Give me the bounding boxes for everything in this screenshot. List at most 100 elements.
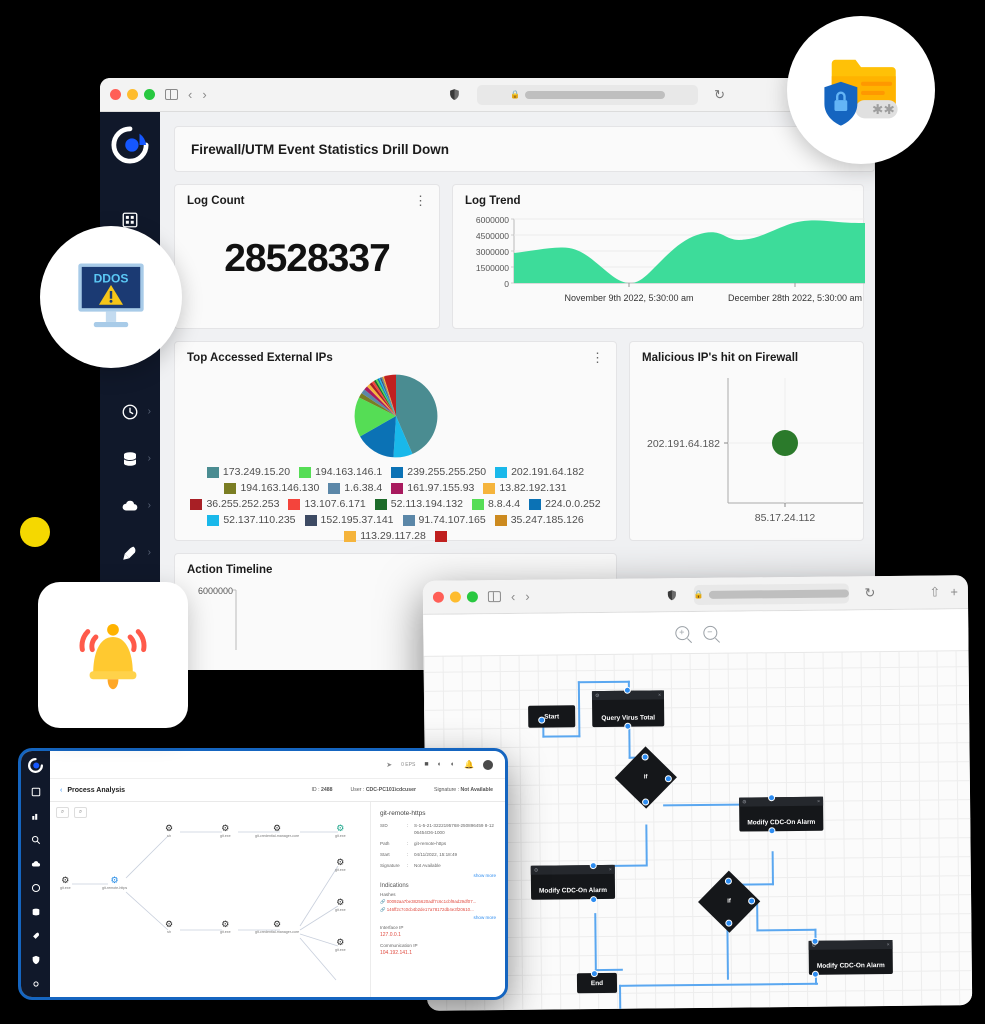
device-icon[interactable]: ■	[424, 761, 428, 768]
show-more-link[interactable]: show more	[380, 873, 496, 878]
workflow-node-query-virus-total[interactable]: ⚙ × Query Virus Total	[591, 690, 665, 728]
sidebar-item-cloud[interactable]: ›	[100, 482, 160, 529]
cloud-icon[interactable]	[31, 859, 41, 869]
process-tree-graph[interactable]: ⌕ ⌕ ⚙ git.exe ⚙ git-remote-https ⚙ sh ⚙ …	[50, 802, 370, 997]
bell-icon[interactable]: 🔔	[464, 760, 474, 769]
minimize-window-button[interactable]	[127, 89, 138, 100]
send-icon[interactable]: ➤	[386, 761, 392, 769]
process-node[interactable]: ⚙ sh	[165, 920, 173, 935]
y-tick-label: 202.191.64.182	[647, 438, 720, 450]
shield-icon[interactable]	[31, 955, 41, 965]
close-icon[interactable]: ×	[887, 941, 890, 947]
back-icon[interactable]: ‹	[188, 88, 192, 101]
node-port[interactable]	[811, 970, 819, 978]
process-node[interactable]: ⚙ git-credential-manager-core	[255, 824, 299, 839]
sidebar-toggle-icon[interactable]	[165, 89, 178, 100]
scatter-point[interactable]	[772, 430, 798, 456]
traffic-lights[interactable]	[432, 591, 478, 603]
forward-icon[interactable]: ›	[525, 589, 530, 604]
signal-icon[interactable]: ◐	[451, 761, 455, 768]
process-node[interactable]: ⚙ sh	[165, 824, 173, 839]
close-icon[interactable]: ×	[658, 692, 661, 698]
logo-icon[interactable]	[28, 758, 43, 773]
log-trend-area-chart: 6000000 4500000 3000000 1500000 0 Novemb…	[476, 215, 865, 303]
process-node[interactable]: ⚙ git.exe	[335, 858, 346, 873]
gear-icon[interactable]: ⚙	[595, 693, 600, 699]
workflow-node-modify-alarm-1[interactable]: ⚙ × Modify CDC-On Alarm	[739, 796, 824, 832]
node-port[interactable]	[768, 794, 776, 802]
close-icon[interactable]: ×	[609, 866, 612, 872]
address-bar[interactable]: 🔒	[693, 582, 849, 605]
reload-icon[interactable]: ↻	[864, 585, 875, 601]
gear-icon[interactable]: ⚙	[534, 867, 539, 873]
close-icon[interactable]: ×	[817, 798, 820, 804]
process-node[interactable]: ⚙ git.exe	[335, 898, 346, 913]
shield-icon[interactable]	[448, 88, 461, 101]
wire	[619, 984, 622, 1011]
gear-icon[interactable]: ⚙	[742, 799, 747, 805]
workflow-node-start[interactable]: Start	[528, 705, 576, 728]
node-port[interactable]	[590, 970, 598, 978]
search-icon[interactable]	[31, 835, 41, 845]
node-port[interactable]	[624, 722, 632, 730]
node-port[interactable]	[641, 753, 649, 761]
show-more-link[interactable]: show more	[380, 915, 496, 920]
sidebar-item-database[interactable]: ›	[100, 435, 160, 482]
node-port[interactable]	[664, 775, 672, 783]
forward-icon[interactable]: ›	[202, 88, 206, 101]
workflow-node-modify-alarm-3[interactable]: ⚙ × Modify CDC-On Alarm	[808, 939, 893, 975]
legend-label: 194.163.146.130	[240, 482, 320, 494]
sidebar-item-clock[interactable]: ›	[100, 388, 160, 435]
node-port[interactable]	[538, 716, 546, 724]
rocket-icon[interactable]	[31, 931, 41, 941]
signal-icon[interactable]: ◐	[438, 761, 442, 768]
share-icon[interactable]: ⇧	[929, 584, 940, 599]
zoom-in-icon[interactable]: +	[674, 625, 689, 640]
new-tab-icon[interactable]: +	[950, 584, 958, 599]
zoom-out-icon[interactable]: −	[702, 625, 717, 640]
kebab-menu-icon[interactable]: ⋮	[414, 194, 427, 207]
process-node[interactable]: ⚙ git.exe	[220, 920, 231, 935]
node-port[interactable]	[590, 896, 598, 904]
node-port[interactable]	[589, 862, 597, 870]
workflow-node-modify-alarm-2[interactable]: ⚙ × Modify CDC-On Alarm	[530, 864, 616, 900]
process-node[interactable]: ⚙ git.exe	[220, 824, 231, 839]
close-window-button[interactable]	[432, 591, 444, 603]
traffic-lights[interactable]	[110, 89, 155, 100]
bar-chart-icon[interactable]	[31, 811, 41, 821]
back-chevron-icon[interactable]: ‹	[60, 787, 62, 794]
gear-icon[interactable]	[31, 979, 41, 989]
process-node[interactable]: ⚙ git-credential-manager-core	[255, 920, 299, 935]
back-icon[interactable]: ‹	[511, 589, 516, 604]
node-port[interactable]	[642, 798, 650, 806]
address-bar[interactable]: 🔒	[476, 84, 699, 105]
avatar[interactable]	[483, 759, 493, 770]
node-port[interactable]	[811, 937, 819, 945]
process-node[interactable]: ⚙ git.exe	[60, 876, 71, 891]
node-port[interactable]	[623, 686, 631, 694]
grid-dashboard-icon	[122, 212, 138, 227]
node-port[interactable]	[725, 919, 733, 927]
node-port[interactable]	[748, 897, 756, 905]
logo-icon[interactable]	[111, 126, 149, 164]
meta-signature: Signature : Not Available	[433, 787, 493, 793]
process-node[interactable]: ⚙ git.exe	[335, 938, 346, 953]
shield-icon[interactable]	[665, 589, 677, 601]
close-window-button[interactable]	[110, 89, 121, 100]
node-port[interactable]	[768, 827, 776, 835]
node-port[interactable]	[724, 877, 732, 885]
grid-dashboard-icon[interactable]	[31, 787, 41, 797]
kebab-menu-icon[interactable]: ⋮	[591, 351, 604, 364]
minimize-window-button[interactable]	[449, 591, 461, 603]
sidebar-item-rocket[interactable]: ›	[100, 529, 160, 576]
ddos-alert-badge: DDOS	[40, 226, 182, 368]
maximize-window-button[interactable]	[144, 89, 155, 100]
clock-icon[interactable]	[31, 883, 41, 893]
maximize-window-button[interactable]	[466, 591, 478, 603]
sidebar-toggle-icon[interactable]	[487, 591, 501, 603]
process-node[interactable]: ⚙ git-remote-https	[102, 876, 127, 891]
detail-row: Start : 04/11/2022, 15:18:49	[380, 852, 496, 859]
database-icon[interactable]	[31, 907, 41, 917]
process-node[interactable]: ⚙ git.exe	[335, 824, 346, 839]
reload-icon[interactable]: ↻	[714, 87, 725, 103]
